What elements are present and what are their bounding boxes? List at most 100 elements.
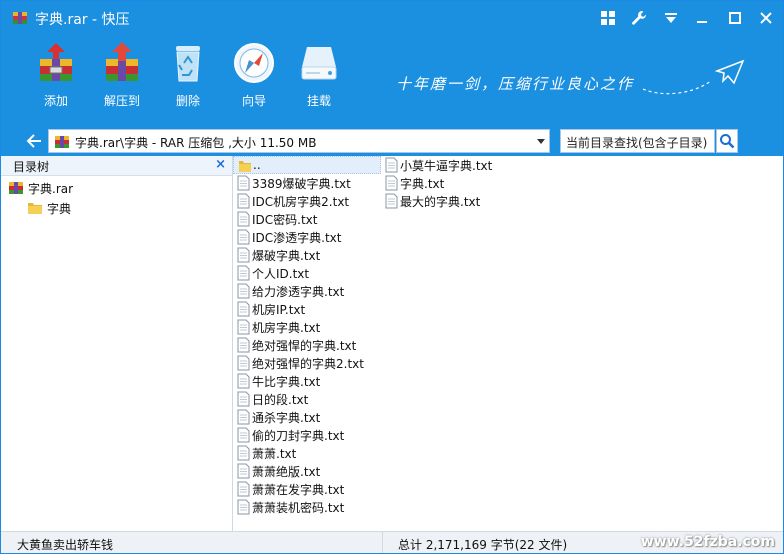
search-button[interactable]: [716, 129, 738, 153]
text-file-icon: [237, 193, 250, 209]
search-icon: [720, 134, 735, 149]
list-item[interactable]: 萧萧绝版.txt: [233, 462, 381, 480]
path-combobox[interactable]: 字典.rar\字典 - RAR 压缩包 ,大小 11.50 MB: [48, 129, 550, 153]
text-file-icon: [237, 391, 250, 407]
add-button[interactable]: 添加: [26, 41, 86, 111]
file-name: 牛比字典.txt: [252, 375, 321, 389]
text-file-icon: [237, 427, 250, 443]
list-item[interactable]: 小莫牛逼字典.txt: [381, 156, 531, 174]
close-icon[interactable]: [755, 7, 777, 29]
file-name: 机房字典.txt: [252, 321, 321, 335]
file-name: 小莫牛逼字典.txt: [400, 159, 493, 173]
file-name: 给力渗透字典.txt: [252, 285, 345, 299]
minimize-icon[interactable]: [691, 7, 713, 29]
grid-view-icon[interactable]: [597, 7, 619, 29]
text-file-icon: [385, 193, 398, 209]
file-name: 萧萧绝版.txt: [252, 465, 321, 479]
paper-plane-icon: [642, 59, 745, 95]
text-file-icon: [237, 211, 250, 227]
list-item[interactable]: 通杀字典.txt: [233, 408, 381, 426]
tree-header: 目录树 ×: [1, 156, 232, 176]
file-name: 3389爆破字典.txt: [252, 177, 351, 191]
list-item[interactable]: IDC渗透字典.txt: [233, 228, 381, 246]
file-name: 通杀字典.txt: [252, 411, 321, 425]
file-name: 机房IP.txt: [252, 303, 306, 317]
file-name: IDC渗透字典.txt: [252, 231, 342, 245]
list-item[interactable]: 机房IP.txt: [233, 300, 381, 318]
text-file-icon: [237, 229, 250, 245]
drive-mount-icon: [301, 47, 337, 80]
text-file-icon: [237, 247, 250, 263]
list-item-parent[interactable]: ..: [233, 156, 381, 174]
file-name: 个人ID.txt: [252, 267, 310, 281]
app-logo-icon: [13, 12, 27, 24]
list-item[interactable]: 爆破字典.txt: [233, 246, 381, 264]
text-file-icon: [385, 175, 398, 191]
app-window: 字典.rar - 快压 添加 解压到 删除 向导 挂载 十年磨一剑，压缩行业良心…: [0, 0, 784, 554]
mount-button[interactable]: 挂载: [289, 41, 349, 111]
list-item[interactable]: 机房字典.txt: [233, 318, 381, 336]
tree-title: 目录树: [13, 160, 50, 174]
rar-archive-icon: [55, 136, 69, 148]
delete-button-label: 删除: [175, 94, 200, 108]
file-name: 绝对强悍的字典2.txt: [252, 357, 364, 371]
wizard-button[interactable]: 向导: [224, 41, 284, 111]
file-name: IDC机房字典2.txt: [252, 195, 350, 209]
text-file-icon: [237, 301, 250, 317]
tree-node-label: 字典.rar: [28, 182, 74, 196]
text-file-icon: [237, 175, 250, 191]
text-file-icon: [237, 499, 250, 515]
delete-button[interactable]: 删除: [158, 41, 218, 111]
address-row: 字典.rar\字典 - RAR 压缩包 ,大小 11.50 MB 当前目录查找(…: [1, 127, 783, 156]
status-bar: 大黄鱼卖出轿车钱 总计 2,171,169 字节(22 文件) www.52fz…: [1, 531, 783, 553]
search-input[interactable]: 当前目录查找(包含子目录): [560, 129, 715, 153]
file-name: ..: [253, 158, 261, 172]
title-bar: 字典.rar - 快压: [1, 1, 783, 35]
list-item[interactable]: 萧萧.txt: [233, 444, 381, 462]
wizard-button-label: 向导: [241, 94, 266, 108]
text-file-icon: [237, 481, 250, 497]
text-file-icon: [237, 265, 250, 281]
status-total: 总计 2,171,169 字节(22 文件): [398, 538, 568, 552]
path-text: 字典.rar\字典 - RAR 压缩包 ,大小 11.50 MB: [75, 136, 317, 150]
list-item[interactable]: 日的段.txt: [233, 390, 381, 408]
text-file-icon: [237, 319, 250, 335]
folder-icon: [28, 203, 42, 214]
file-name: 绝对强悍的字典.txt: [252, 339, 357, 353]
compass-icon: [234, 43, 274, 83]
file-name: 最大的字典.txt: [400, 195, 481, 209]
text-file-icon: [237, 373, 250, 389]
back-arrow-icon[interactable]: [25, 132, 43, 150]
maximize-icon[interactable]: [724, 7, 746, 29]
file-name: 萧萧在发字典.txt: [252, 483, 345, 497]
list-item[interactable]: 绝对强悍的字典2.txt: [233, 354, 381, 372]
file-name: IDC密码.txt: [252, 213, 318, 227]
list-item[interactable]: 给力渗透字典.txt: [233, 282, 381, 300]
wrench-icon[interactable]: [628, 7, 650, 29]
status-left-text: 大黄鱼卖出轿车钱: [17, 538, 114, 552]
list-item[interactable]: 字典.txt: [381, 174, 531, 192]
extract-button[interactable]: 解压到: [92, 41, 152, 111]
list-item[interactable]: 牛比字典.txt: [233, 372, 381, 390]
header-band: 字典.rar - 快压 添加 解压到 删除 向导 挂载 十年磨一剑，压缩行业良心…: [1, 1, 783, 156]
text-file-icon: [237, 463, 250, 479]
watermark-text: www.52fzba.com: [640, 534, 775, 550]
list-item[interactable]: 偷的刀封字典.txt: [233, 426, 381, 444]
extract-icon: [106, 42, 138, 81]
list-item[interactable]: IDC密码.txt: [233, 210, 381, 228]
list-item[interactable]: 萧萧装机密码.txt: [233, 498, 381, 516]
status-divider: [382, 532, 383, 553]
menu-dropdown-icon[interactable]: [660, 7, 682, 29]
folder-icon: [239, 161, 251, 172]
extract-button-label: 解压到: [103, 94, 140, 108]
list-item[interactable]: 最大的字典.txt: [381, 192, 531, 210]
list-item[interactable]: 绝对强悍的字典.txt: [233, 336, 381, 354]
list-item[interactable]: 3389爆破字典.txt: [233, 174, 381, 192]
list-item[interactable]: IDC机房字典2.txt: [233, 192, 381, 210]
tree-close-icon[interactable]: ×: [215, 157, 226, 172]
mount-button-label: 挂载: [306, 94, 331, 108]
list-item[interactable]: 萧萧在发字典.txt: [233, 480, 381, 498]
chevron-down-icon[interactable]: [537, 139, 545, 144]
add-button-label: 添加: [43, 94, 68, 108]
list-item[interactable]: 个人ID.txt: [233, 264, 381, 282]
